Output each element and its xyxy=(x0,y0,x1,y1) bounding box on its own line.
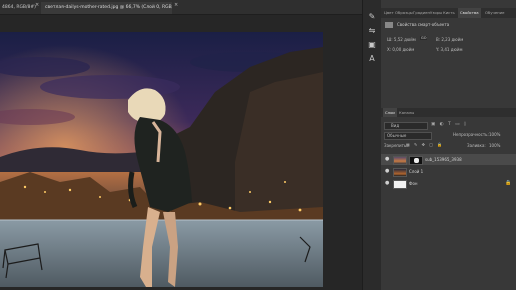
kind-filter-label: Вид xyxy=(391,123,400,128)
document-tab-1[interactable]: 4864, RGB/8#) xyxy=(0,2,36,14)
tab-color[interactable]: Цвет xyxy=(384,8,394,18)
filter-icons[interactable]: ▣ ◐ T ▭ ◊ xyxy=(431,122,468,127)
tab-layers[interactable]: Слои xyxy=(383,108,397,117)
document-tab-active[interactable]: светлая-dailys-mother-rated.jpg @ 66,7% … xyxy=(41,2,172,14)
smart-object-icon xyxy=(385,22,393,28)
eye-icon[interactable]: ● xyxy=(385,169,389,174)
layer-thumbnail xyxy=(393,156,407,165)
tab-swatches[interactable]: Образцы xyxy=(395,8,413,18)
tab-channels[interactable]: Каналы xyxy=(399,108,414,117)
eye-icon[interactable]: ● xyxy=(385,181,389,186)
layer-thumbnail xyxy=(393,168,407,177)
layer-thumbnail xyxy=(393,180,407,189)
photo-canvas[interactable] xyxy=(0,32,323,287)
tab-learn[interactable]: Обучение xyxy=(485,8,504,18)
x-field[interactable]: X: 0,00 дюйм xyxy=(387,47,414,52)
width-field[interactable]: Ш: 5,52 дюйм xyxy=(387,37,416,42)
layers-icon[interactable]: ▣ xyxy=(367,40,377,50)
panel-tabs: Цвет Образцы Градиен Узоры Кисть Свойств… xyxy=(381,8,516,18)
tab-brush[interactable]: Кисть xyxy=(443,8,455,18)
opacity-label: Непрозрачность: xyxy=(453,132,489,137)
tab-patterns[interactable]: Узоры xyxy=(430,8,442,18)
lock-icon: 🔒 xyxy=(505,180,512,186)
kind-filter-select[interactable]: Вид xyxy=(384,122,428,130)
close-icon[interactable]: × xyxy=(35,2,39,8)
lock-label: Закрепить: xyxy=(384,143,408,148)
properties-title: Свойства смарт-объекта xyxy=(397,22,450,27)
text-tool-icon[interactable]: A xyxy=(367,54,377,64)
layer-mask-thumbnail[interactable] xyxy=(409,156,423,165)
layer-row[interactable]: ● Слой 1 xyxy=(381,166,516,177)
opacity-value[interactable]: 100% xyxy=(489,132,500,137)
brush-icon[interactable]: ✎ xyxy=(367,12,377,22)
close-icon[interactable]: × xyxy=(174,2,178,8)
document-tab-bar: 4864, RGB/8#) × светлая-dailys-mother-ra… xyxy=(0,0,362,15)
fill-value[interactable]: 100% xyxy=(489,143,500,148)
eye-icon[interactable]: ● xyxy=(385,157,389,162)
height-field[interactable]: В: 2,23 дюйм xyxy=(436,37,463,42)
layers-tab-bar: Слои Каналы xyxy=(381,108,516,117)
tab-properties[interactable]: Свойства xyxy=(458,8,481,18)
adjust-icon[interactable]: ⇋ xyxy=(367,26,377,36)
layer-name: sub_153965_3938 xyxy=(425,157,462,162)
blend-mode-select[interactable]: Обычные xyxy=(384,132,432,140)
layer-name: Слой 1 xyxy=(409,169,424,174)
tool-strip: ✎ ⇋ ▣ A xyxy=(362,0,382,290)
lock-icons[interactable]: ▦ ✎ ✥ ▢ 🔒 xyxy=(406,142,444,147)
fill-label: Заливка: xyxy=(467,143,486,148)
layer-name: Фон xyxy=(409,181,418,186)
blend-mode-label: Обычные xyxy=(387,133,407,138)
tab-gradients[interactable]: Градиен xyxy=(413,8,430,18)
link-icon[interactable]: GO xyxy=(420,36,428,40)
layer-row[interactable]: ● Фон 🔒 xyxy=(381,178,516,189)
y-field[interactable]: Y: 3,41 дюйм xyxy=(436,47,462,52)
layer-row[interactable]: ● sub_153965_3938 xyxy=(381,154,516,165)
right-panel: Цвет Образцы Градиен Узоры Кисть Свойств… xyxy=(381,0,516,290)
